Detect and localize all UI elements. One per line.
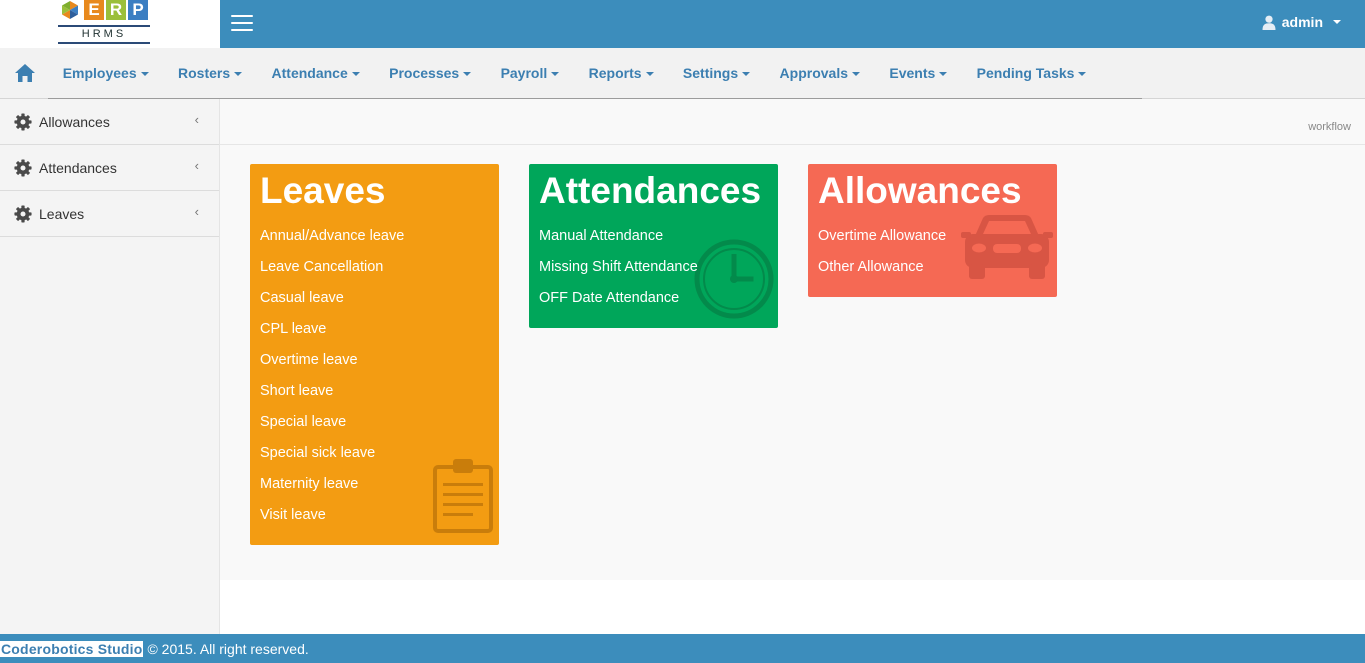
- link-leave-cancellation[interactable]: Leave Cancellation: [260, 258, 404, 289]
- breadcrumb: workflow: [1308, 121, 1351, 133]
- chevron-down-icon: [463, 72, 472, 77]
- leaves-tile-links: Annual/Advance leave Leave Cancellation …: [260, 227, 404, 537]
- gear-icon: [14, 158, 32, 177]
- chevron-down-icon: [939, 72, 948, 77]
- home-icon: [15, 64, 35, 82]
- logo-letter-p: P: [128, 0, 148, 20]
- chevron-down-icon: [234, 72, 243, 77]
- sidebar-item-label: Leaves: [39, 205, 85, 222]
- user-menu[interactable]: admin: [1262, 14, 1341, 30]
- sidebar-item-label: Attendances: [39, 159, 117, 176]
- chevron-left-icon: ‹: [194, 112, 199, 127]
- clipboard-icon: [433, 459, 493, 533]
- link-cpl-leave[interactable]: CPL leave: [260, 320, 404, 351]
- allowances-tile-title: Allowances: [818, 170, 1022, 211]
- nav-menu: Employees Rosters Attendance Processes P…: [48, 48, 1101, 98]
- link-maternity-leave[interactable]: Maternity leave: [260, 475, 404, 506]
- main-navbar: Employees Rosters Attendance Processes P…: [0, 48, 1365, 99]
- link-missing-shift-attendance[interactable]: Missing Shift Attendance: [539, 258, 698, 289]
- attendances-tile: Attendances Manual Attendance Missing Sh…: [529, 164, 778, 328]
- nav-item-attendance[interactable]: Attendance: [257, 65, 375, 81]
- logo-letter-e: E: [84, 0, 104, 20]
- sidebar-item-attendances[interactable]: Attendances ‹: [0, 145, 219, 191]
- chevron-left-icon: ‹: [194, 158, 199, 173]
- link-off-date-attendance[interactable]: OFF Date Attendance: [539, 289, 698, 320]
- sidebar-item-leaves[interactable]: Leaves ‹: [0, 191, 219, 237]
- attendances-tile-title: Attendances: [539, 170, 762, 211]
- clock-icon: [694, 239, 774, 319]
- chevron-down-icon: [551, 72, 560, 77]
- top-bar: E R P HRMS admin: [0, 0, 1365, 48]
- chevron-down-icon: [140, 72, 149, 77]
- nav-item-employees[interactable]: Employees: [48, 65, 163, 81]
- gear-icon: [14, 204, 32, 223]
- link-overtime-allowance[interactable]: Overtime Allowance: [818, 227, 946, 258]
- link-short-leave[interactable]: Short leave: [260, 382, 404, 413]
- link-annual-advance-leave[interactable]: Annual/Advance leave: [260, 227, 404, 258]
- allowances-tile: Allowances Overtime Allowance Other Allo…: [808, 164, 1057, 297]
- sidebar-item-allowances[interactable]: Allowances ‹: [0, 99, 219, 145]
- logo-letter-r: R: [106, 0, 126, 20]
- sidebar: Allowances ‹ Attendances ‹ Leaves ‹: [0, 99, 220, 634]
- user-name: admin: [1281, 14, 1323, 30]
- chevron-down-icon: [1333, 20, 1341, 24]
- main-content: workflow Leaves Annual/Advance leave Lea…: [220, 99, 1365, 580]
- link-special-leave[interactable]: Special leave: [260, 413, 404, 444]
- nav-item-reports[interactable]: Reports: [574, 65, 668, 81]
- link-overtime-leave[interactable]: Overtime leave: [260, 351, 404, 382]
- sidebar-item-label: Allowances: [39, 113, 110, 130]
- hamburger-icon: [231, 15, 253, 17]
- user-icon: [1262, 15, 1276, 30]
- nav-item-rosters[interactable]: Rosters: [163, 65, 257, 81]
- gear-icon: [14, 112, 32, 131]
- car-icon: [961, 215, 1053, 279]
- logo-mark: E R P: [60, 0, 148, 20]
- link-special-sick-leave[interactable]: Special sick leave: [260, 444, 404, 475]
- leaves-tile: Leaves Annual/Advance leave Leave Cancel…: [250, 164, 499, 545]
- allowances-tile-links: Overtime Allowance Other Allowance: [818, 227, 946, 289]
- nav-item-payroll[interactable]: Payroll: [486, 65, 574, 81]
- logo-subtitle: HRMS: [58, 25, 150, 44]
- nav-item-events[interactable]: Events: [875, 65, 962, 81]
- nav-item-pending-tasks[interactable]: Pending Tasks: [962, 65, 1101, 81]
- link-manual-attendance[interactable]: Manual Attendance: [539, 227, 698, 258]
- sidebar-toggle-button[interactable]: [231, 15, 253, 31]
- attendances-tile-links: Manual Attendance Missing Shift Attendan…: [539, 227, 698, 320]
- footer-brand-link[interactable]: Coderobotics Studio: [0, 640, 144, 657]
- content-header: workflow: [220, 99, 1365, 145]
- logo-hexagon-icon: [62, 1, 78, 19]
- logo[interactable]: E R P HRMS: [0, 0, 220, 48]
- link-other-allowance[interactable]: Other Allowance: [818, 258, 946, 289]
- leaves-tile-title: Leaves: [260, 170, 386, 211]
- chevron-down-icon: [645, 72, 654, 77]
- chevron-down-icon: [1078, 72, 1087, 77]
- nav-item-processes[interactable]: Processes: [374, 65, 485, 81]
- chevron-down-icon: [351, 72, 360, 77]
- nav-item-settings[interactable]: Settings: [668, 65, 765, 81]
- footer: Coderobotics Studio © 2015. All right re…: [0, 634, 1365, 663]
- chevron-down-icon: [742, 72, 751, 77]
- footer-copyright: © 2015. All right reserved.: [147, 640, 309, 657]
- link-casual-leave[interactable]: Casual leave: [260, 289, 404, 320]
- nav-item-approvals[interactable]: Approvals: [765, 65, 875, 81]
- chevron-left-icon: ‹: [194, 204, 199, 219]
- chevron-down-icon: [852, 72, 860, 77]
- link-visit-leave[interactable]: Visit leave: [260, 506, 404, 537]
- home-button[interactable]: [14, 62, 36, 84]
